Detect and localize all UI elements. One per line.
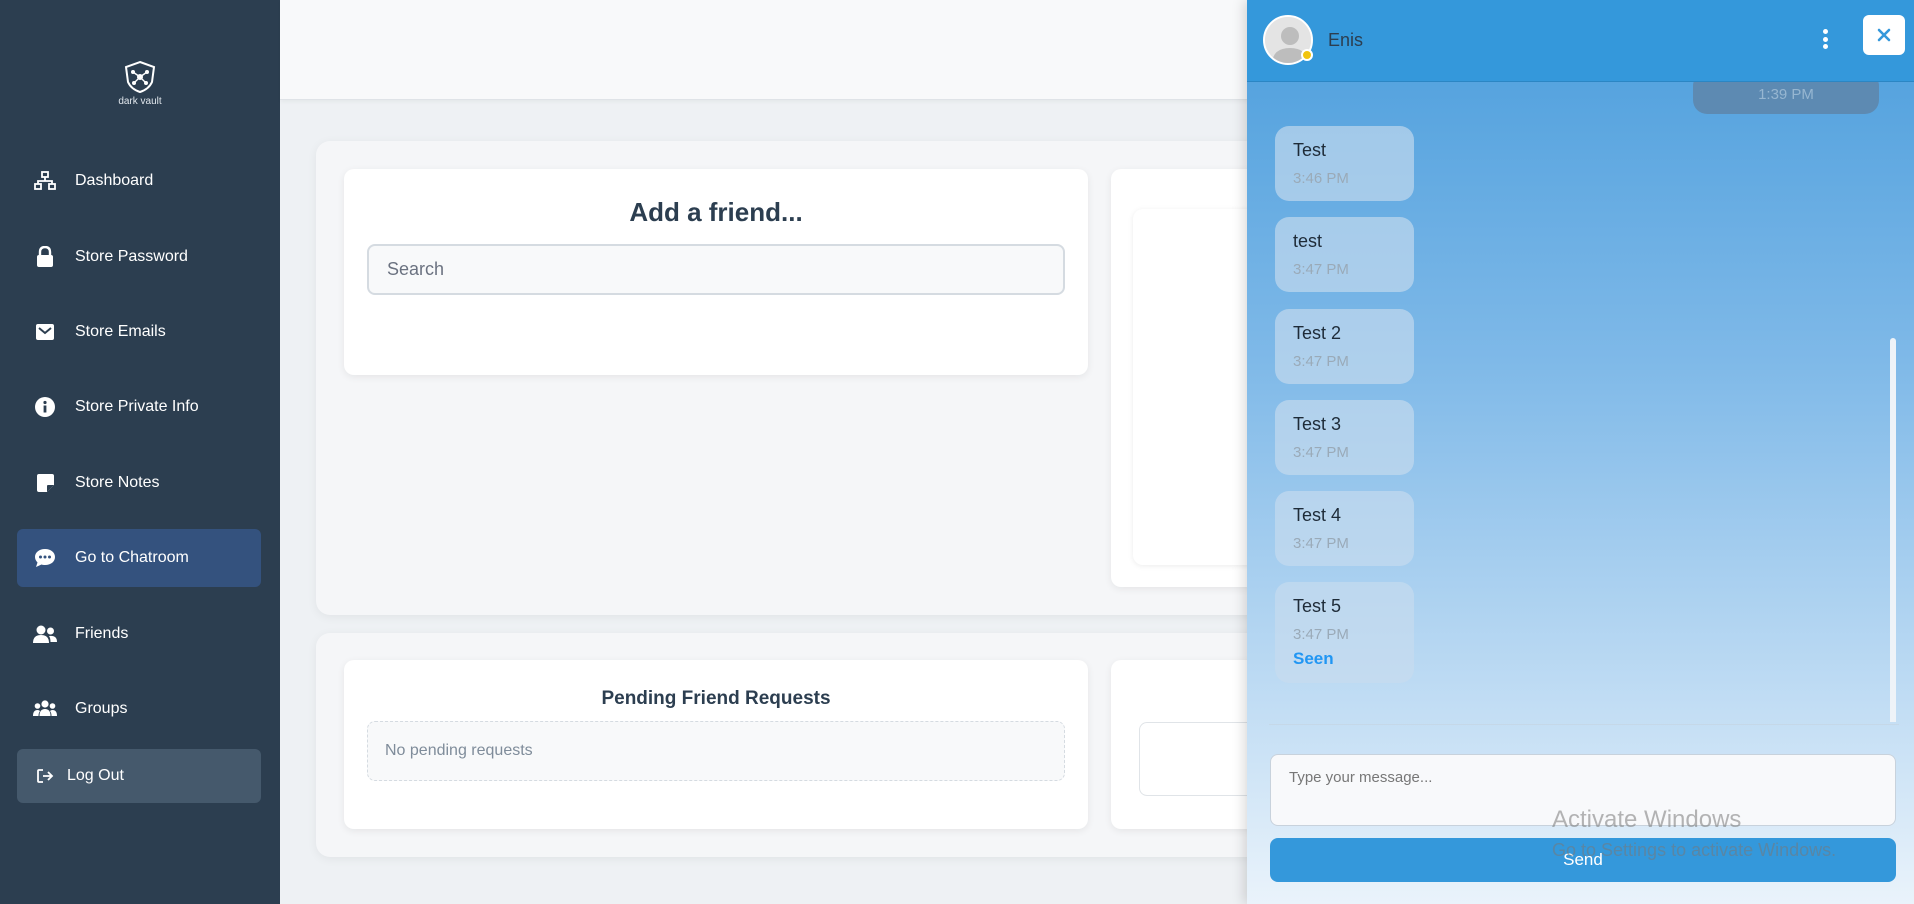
message-time: 3:47 PM — [1293, 444, 1349, 461]
sidebar-item-friends[interactable]: Friends — [17, 605, 261, 663]
logout-button[interactable]: Log Out — [17, 749, 261, 803]
message-time: 3:47 PM — [1293, 261, 1349, 278]
chat-contact-name: Enis — [1328, 30, 1364, 50]
pending-requests-title: Pending Friend Requests — [601, 688, 831, 709]
message-list[interactable]: 1:39 PM Test 3:46 PM test 3:47 PM Test 2… — [1247, 82, 1914, 722]
sidebar-item-label: Store Emails — [75, 323, 166, 340]
envelope-icon — [33, 320, 57, 344]
sidebar: dark vault Dashboard Store Password Stor… — [0, 0, 280, 904]
sidebar-item-label: Dashboard — [75, 172, 154, 189]
incoming-message: Test 3 3:47 PM — [1275, 400, 1414, 475]
message-time: 3:47 PM — [1293, 353, 1349, 370]
sidebar-item-groups[interactable]: Groups — [17, 680, 261, 738]
pending-empty-state: No pending requests — [367, 721, 1065, 781]
seen-status: Seen — [1293, 649, 1334, 668]
add-friend-title: Add a friend... — [629, 197, 803, 227]
close-icon — [1877, 28, 1891, 42]
chat-panel: Enis 1:39 PM Test 3:46 PM test 3:47 PM T… — [1247, 0, 1914, 904]
sidebar-item-go-to-chatroom[interactable]: Go to Chatroom — [17, 529, 261, 587]
message-text: Test 2 — [1293, 323, 1342, 343]
outgoing-message: 1:39 PM — [1693, 82, 1879, 114]
sidebar-item-label: Go to Chatroom — [75, 549, 189, 566]
incoming-message: test 3:47 PM — [1275, 217, 1414, 292]
message-text: test — [1293, 231, 1323, 251]
send-button[interactable]: Send — [1270, 838, 1896, 882]
app-logo[interactable]: dark vault — [110, 60, 170, 107]
message-text: Test 5 — [1293, 596, 1342, 616]
sidebar-item-store-notes[interactable]: Store Notes — [17, 454, 261, 512]
search-input[interactable] — [367, 244, 1065, 295]
sitemap-icon — [33, 169, 57, 193]
sidebar-item-store-emails[interactable]: Store Emails — [17, 303, 261, 361]
message-input[interactable] — [1270, 754, 1896, 826]
chat-header: Enis — [1247, 0, 1914, 82]
message-time: 3:47 PM — [1293, 626, 1349, 643]
close-chat-button[interactable] — [1863, 15, 1905, 55]
user-friends-icon — [33, 622, 57, 646]
incoming-message: Test 3:46 PM — [1275, 126, 1414, 201]
lock-icon — [33, 245, 57, 269]
message-time: 3:46 PM — [1293, 170, 1349, 187]
sidebar-item-store-private-info[interactable]: Store Private Info — [17, 378, 261, 436]
scrollbar[interactable] — [1890, 338, 1896, 722]
incoming-message: Test 2 3:47 PM — [1275, 309, 1414, 384]
sidebar-item-store-password[interactable]: Store Password — [17, 228, 261, 286]
sidebar-item-dashboard[interactable]: Dashboard — [17, 152, 261, 210]
logout-label: Log Out — [67, 767, 124, 784]
shield-logo-icon — [124, 60, 156, 94]
chat-bubble-icon — [33, 546, 57, 570]
message-text: Test 3 — [1293, 414, 1342, 434]
sidebar-item-label: Groups — [75, 700, 128, 717]
logo-text: dark vault — [118, 96, 162, 107]
message-text: Test 4 — [1293, 505, 1342, 525]
divider — [1269, 724, 1899, 725]
sidebar-item-label: Store Private Info — [75, 398, 199, 415]
sidebar-item-label: Friends — [75, 625, 129, 642]
info-circle-icon — [33, 395, 57, 419]
message-time: 1:39 PM — [1758, 86, 1814, 103]
sidebar-item-label: Store Password — [75, 248, 188, 265]
online-status-indicator — [1301, 49, 1313, 61]
incoming-message: Test 5 3:47 PM Seen — [1275, 582, 1414, 683]
add-friend-card: Add a friend... — [344, 169, 1088, 375]
message-text: Test — [1293, 140, 1327, 160]
more-options-icon[interactable] — [1815, 26, 1835, 52]
users-icon — [33, 697, 57, 721]
pending-requests-card: Pending Friend Requests No pending reque… — [344, 660, 1088, 829]
message-time: 3:47 PM — [1293, 535, 1349, 552]
sidebar-item-label: Store Notes — [75, 474, 160, 491]
sign-out-icon — [33, 764, 57, 788]
sticky-note-icon — [33, 471, 57, 495]
incoming-message: Test 4 3:47 PM — [1275, 491, 1414, 566]
